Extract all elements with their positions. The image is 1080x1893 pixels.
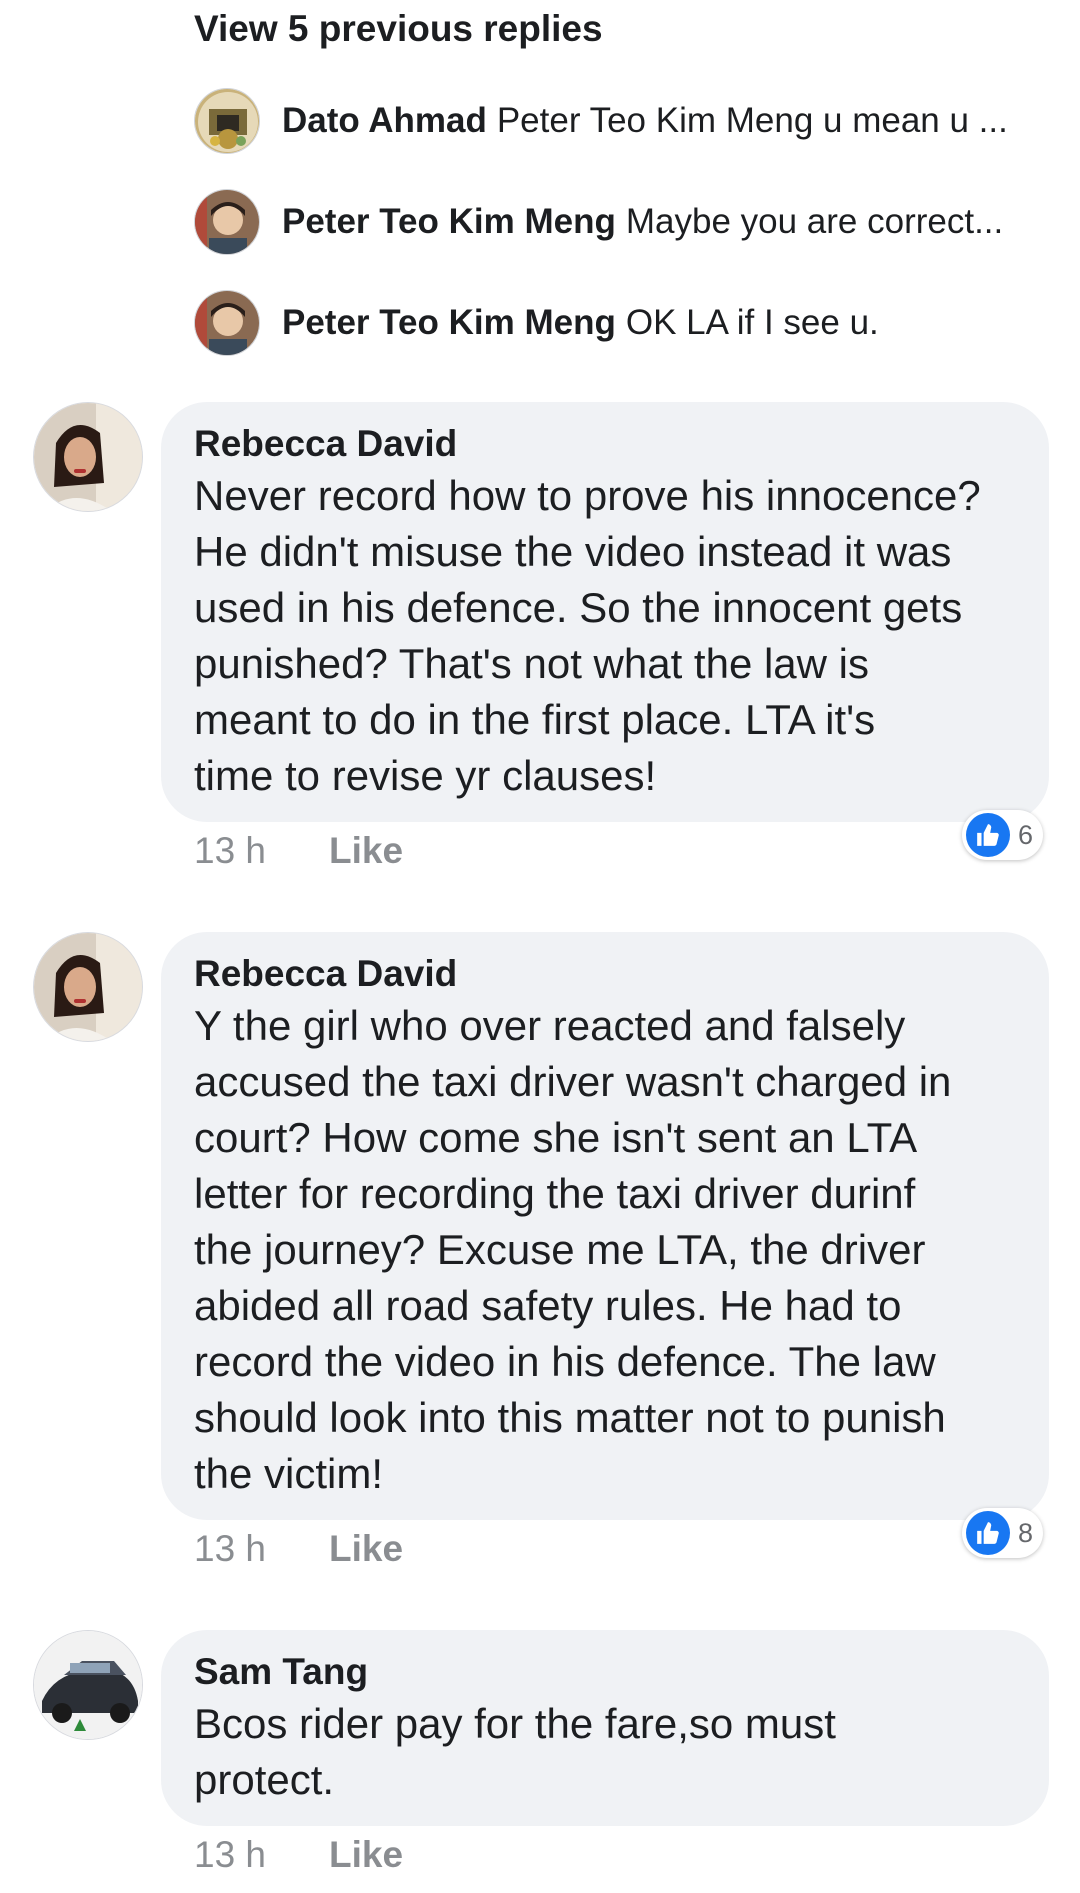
thumbs-up-reaction-icon <box>966 813 1010 857</box>
comment-line: abided all road safety rules. He had to <box>194 1282 902 1329</box>
avatar[interactable] <box>33 402 143 512</box>
comment-line: accused the taxi driver wasn't charged i… <box>194 1058 952 1105</box>
like-button[interactable]: Like <box>329 1834 403 1876</box>
reaction-count: 8 <box>1018 1517 1034 1548</box>
reactions-badge[interactable]: 8 <box>962 1508 1044 1558</box>
reply-author-name[interactable]: Peter Teo Kim Meng <box>282 303 616 342</box>
comment-line: letter for recording the taxi driver dur… <box>194 1170 916 1217</box>
avatar[interactable] <box>33 932 143 1042</box>
reply-author-name[interactable]: Dato Ahmad <box>282 101 487 140</box>
reactions-badge[interactable]: 6 <box>962 810 1044 860</box>
comment-line: Y the girl who over reacted and falsely <box>194 1002 906 1049</box>
comment-line: He didn't misuse the video instead it wa… <box>194 528 952 575</box>
reply-item: Dato Ahmad Peter Teo Kim Meng u mean u ..… <box>194 88 1054 154</box>
reply-item: Peter Teo Kim Meng Maybe you are correct.… <box>194 189 1054 255</box>
reaction-count: 6 <box>1018 819 1034 850</box>
avatar[interactable] <box>33 1630 143 1740</box>
avatar[interactable] <box>194 189 260 255</box>
like-button[interactable]: Like <box>329 830 403 872</box>
comment-line: punished? That's not what the law is <box>194 640 869 687</box>
comment-line: the victim! <box>194 1450 384 1497</box>
comment-timestamp[interactable]: 13 h <box>194 1528 329 1570</box>
comment-timestamp[interactable]: 13 h <box>194 830 329 872</box>
comment-author-name[interactable]: Rebecca David <box>194 420 1015 468</box>
comment-text: Never record how to prove his innocence?… <box>194 468 1015 804</box>
comment-line: record the video in his defence. The law <box>194 1338 936 1385</box>
reply-text: Peter Teo Kim Meng u mean u ... <box>496 101 1008 140</box>
comment-text: Bcos rider pay for the fare,so must prot… <box>194 1696 1015 1808</box>
comment-line: the journey? Excuse me LTA, the driver <box>194 1226 926 1273</box>
like-button[interactable]: Like <box>329 1528 403 1570</box>
comment-meta: 13 h Like <box>194 1528 403 1570</box>
comment-line: meant to do in the first place. LTA it's <box>194 696 876 743</box>
comment-author-name[interactable]: Sam Tang <box>194 1648 1015 1696</box>
reply-item: Peter Teo Kim Meng OK LA if I see u. <box>194 290 1054 356</box>
comment-meta: 13 h Like <box>194 1834 403 1876</box>
comment-bubble: Sam Tang Bcos rider pay for the fare,so … <box>161 1630 1049 1826</box>
comment-line: Never record how to prove his innocence? <box>194 472 981 519</box>
comment-bubble: Rebecca David Y the girl who over reacte… <box>161 932 1049 1520</box>
avatar[interactable] <box>194 290 260 356</box>
reply-author-name[interactable]: Peter Teo Kim Meng <box>282 202 616 241</box>
comment-line: protect. <box>194 1756 335 1803</box>
reply-content: Peter Teo Kim Meng OK LA if I see u. <box>282 303 1052 343</box>
comment-line: Bcos rider pay for the fare,so must <box>194 1700 836 1747</box>
comment-line: used in his defence. So the innocent get… <box>194 584 963 631</box>
comment-line: time to revise yr clauses! <box>194 752 657 799</box>
reply-text: OK LA if I see u. <box>625 303 879 342</box>
comment-text: Y the girl who over reacted and falsely … <box>194 998 1015 1502</box>
avatar[interactable] <box>194 88 260 154</box>
view-previous-replies-link[interactable]: View 5 previous replies <box>194 8 603 50</box>
reply-text: Maybe you are correct... <box>625 202 1004 241</box>
comment-line: court? How come she isn't sent an LTA <box>194 1114 918 1161</box>
thumbs-up-reaction-icon <box>966 1511 1010 1555</box>
reply-content: Peter Teo Kim Meng Maybe you are correct.… <box>282 202 1052 242</box>
comment-line: should look into this matter not to puni… <box>194 1394 946 1441</box>
comment-timestamp[interactable]: 13 h <box>194 1834 329 1876</box>
comment-bubble: Rebecca David Never record how to prove … <box>161 402 1049 822</box>
comment-author-name[interactable]: Rebecca David <box>194 950 1015 998</box>
reply-content: Dato Ahmad Peter Teo Kim Meng u mean u ..… <box>282 101 1052 141</box>
comment-meta: 13 h Like <box>194 830 403 872</box>
